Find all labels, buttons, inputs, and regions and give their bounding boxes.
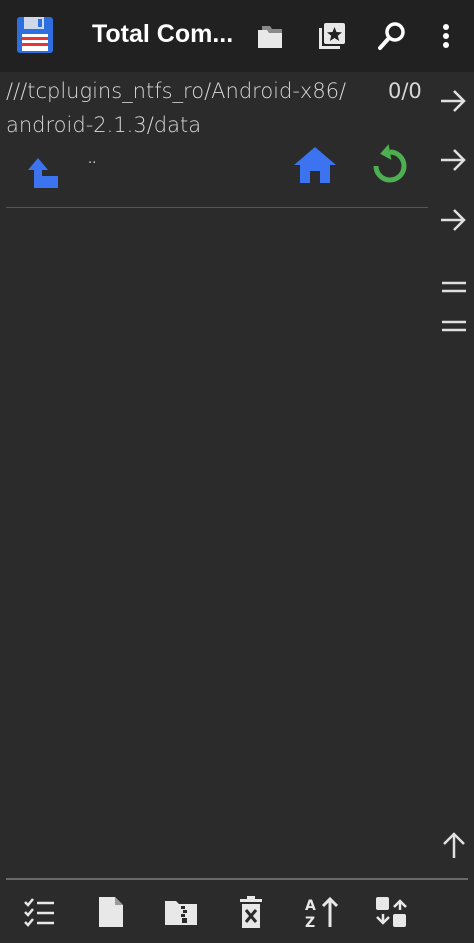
arrow-right-icon[interactable]: [438, 207, 468, 233]
toolbar-divider: [6, 878, 468, 880]
search-icon[interactable]: [376, 20, 408, 52]
selection-count: 0/0: [388, 79, 422, 103]
path-line-1: ///tcplugins_ntfs_ro/Android-x86/: [6, 79, 347, 103]
folder-tabs-icon[interactable]: [256, 20, 288, 52]
new-file-icon[interactable]: [94, 895, 128, 929]
svg-text:A: A: [305, 898, 316, 914]
save-icon[interactable]: [16, 16, 54, 54]
bookmarks-icon[interactable]: [316, 20, 348, 52]
home-icon[interactable]: [292, 145, 338, 185]
equals-icon[interactable]: [440, 317, 468, 335]
sort-icon[interactable]: A Z: [304, 895, 338, 929]
equals-icon[interactable]: [440, 278, 468, 296]
app-title: Total Com...: [92, 20, 234, 48]
swap-panels-icon[interactable]: [374, 895, 408, 929]
current-path[interactable]: ///tcplugins_ntfs_ro/Android-x86/ androi…: [6, 74, 426, 142]
bottom-toolbar: A Z: [0, 876, 474, 943]
select-icon[interactable]: [22, 895, 56, 929]
parent-folder-icon[interactable]: [28, 156, 62, 190]
arrow-up-icon[interactable]: [440, 830, 468, 860]
more-vert-icon[interactable]: [430, 20, 462, 52]
delete-icon[interactable]: [234, 895, 268, 929]
arrow-right-icon[interactable]: [438, 147, 468, 173]
panel-divider: [6, 207, 428, 208]
zip-folder-icon[interactable]: [164, 895, 198, 929]
arrow-right-icon[interactable]: [438, 88, 468, 114]
svg-text:Z: Z: [305, 915, 315, 929]
top-app-bar: Total Com...: [0, 0, 474, 72]
refresh-icon[interactable]: [368, 144, 412, 188]
path-line-2: android-2.1.3/data: [6, 113, 202, 137]
parent-folder-label[interactable]: ..: [88, 152, 96, 167]
